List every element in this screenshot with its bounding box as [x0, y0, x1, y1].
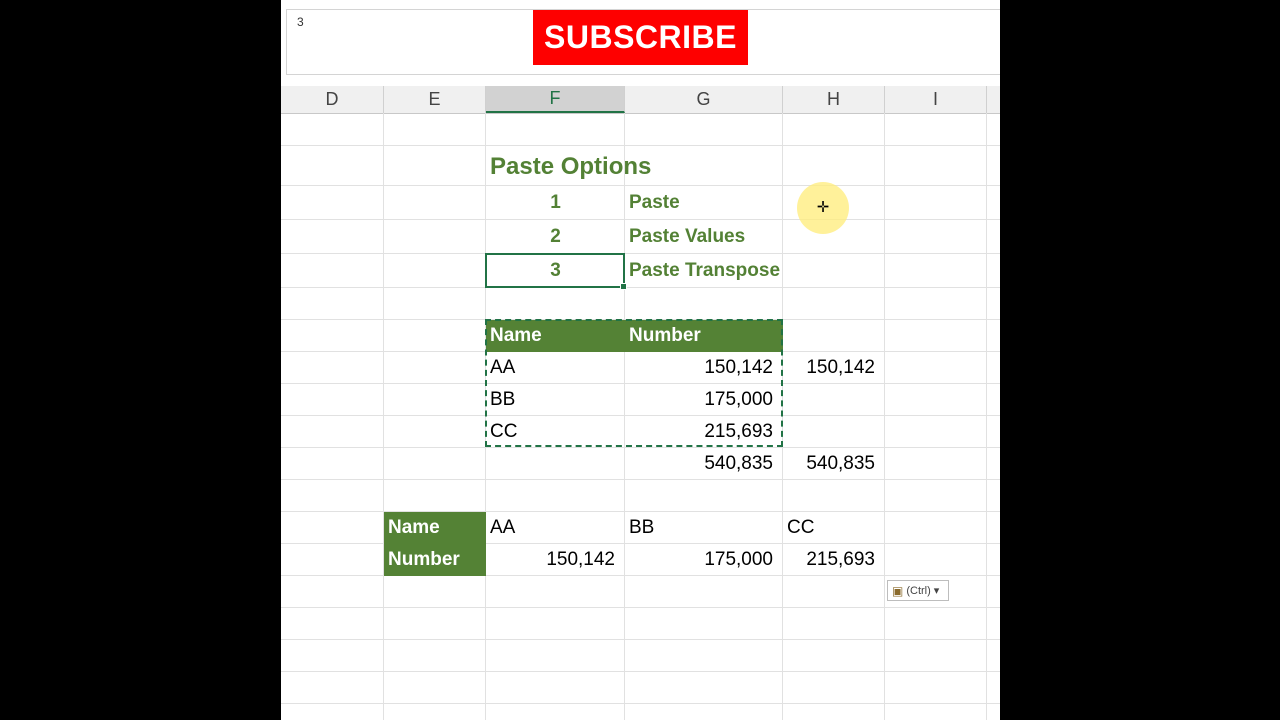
gridline [281, 287, 1000, 288]
gridline [281, 253, 1000, 254]
paste-button-label: (Ctrl) [906, 584, 931, 597]
transposed-name-cell[interactable]: BB [625, 512, 783, 544]
subscribe-banner: SUBSCRIBE [533, 10, 748, 65]
paste-options-button[interactable]: ▣ (Ctrl) ▾ [887, 580, 949, 601]
gridline [281, 185, 1000, 186]
column-header-i[interactable]: I [885, 86, 987, 113]
column-header-e[interactable]: E [384, 86, 486, 113]
table-cell-name[interactable]: BB [486, 384, 625, 416]
transposed-number-cell[interactable]: 150,142 [486, 544, 625, 576]
gridline [281, 639, 1000, 640]
column-header-f[interactable]: F [486, 86, 625, 113]
transposed-number-cell[interactable]: 215,693 [783, 544, 885, 576]
column-header-d[interactable]: D [281, 86, 384, 113]
gridline [383, 113, 384, 720]
table-cell-number[interactable]: 150,142 [625, 352, 783, 384]
table-header-name[interactable]: Name [486, 320, 625, 352]
transposed-number-cell[interactable]: 175,000 [625, 544, 783, 576]
column-header-h[interactable]: H [783, 86, 885, 113]
table-cell-number[interactable]: 175,000 [625, 384, 783, 416]
table-header-number[interactable]: Number [625, 320, 783, 352]
table-total-cell[interactable]: 540,835 [625, 448, 783, 480]
transposed-row-label[interactable]: Name [384, 512, 486, 544]
option-label-cell[interactable]: Paste Transpose [625, 255, 845, 287]
table-cell-number[interactable]: 215,693 [625, 416, 783, 448]
gridline [281, 145, 1000, 146]
gridline [986, 113, 987, 720]
transposed-name-cell[interactable]: CC [783, 512, 885, 544]
cell-cursor-icon: ✛ [816, 199, 830, 216]
table-total-extra-cell[interactable]: 540,835 [783, 448, 885, 480]
option-label-cell[interactable]: Paste Values [625, 221, 825, 253]
option-label-cell[interactable]: Paste [625, 187, 825, 219]
transposed-row-label[interactable]: Number [384, 544, 486, 576]
gridline [281, 703, 1000, 704]
gridline [884, 113, 885, 720]
column-header-row: D E F G H I [281, 86, 1000, 114]
column-header-g[interactable]: G [625, 86, 783, 113]
gridline [281, 219, 1000, 220]
chevron-down-icon: ▾ [933, 585, 940, 597]
transposed-name-cell[interactable]: AA [486, 512, 625, 544]
gridline [281, 607, 1000, 608]
option-number-cell[interactable]: 2 [486, 221, 625, 253]
active-cell-selection[interactable] [485, 253, 627, 290]
table-cell-extra[interactable]: 150,142 [783, 352, 885, 384]
paste-options-title[interactable]: Paste Options [486, 150, 786, 184]
spreadsheet: 3 SUBSCRIBE D E F G H I Paste Options 1 … [281, 0, 1000, 720]
table-cell-name[interactable]: AA [486, 352, 625, 384]
gridline [281, 671, 1000, 672]
formula-bar-content[interactable]: 3 [297, 15, 304, 29]
clipboard-icon: ▣ [892, 583, 904, 598]
table-cell-name[interactable]: CC [486, 416, 625, 448]
option-number-cell[interactable]: 1 [486, 187, 625, 219]
